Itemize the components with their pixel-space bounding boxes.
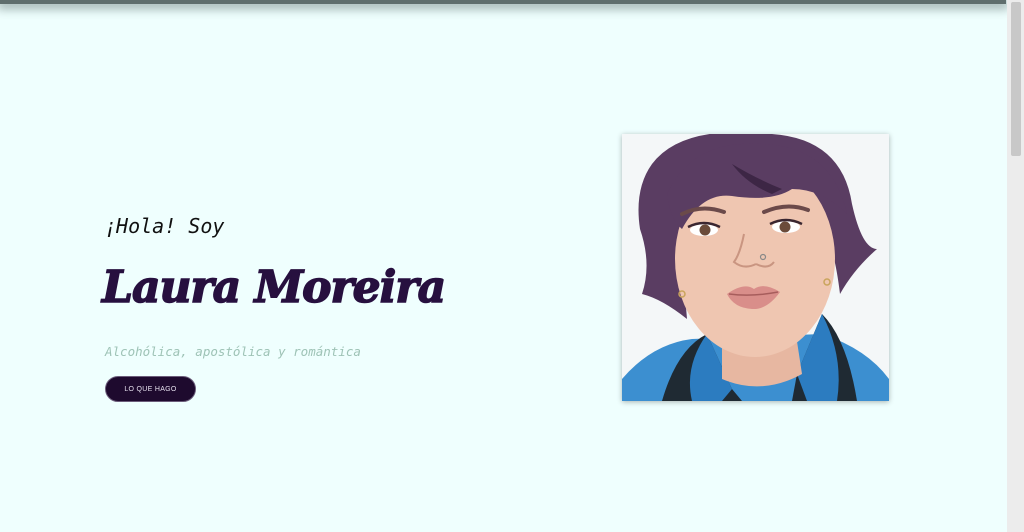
vertical-scrollbar[interactable] [1007, 0, 1024, 532]
hero-tagline: Alcohólica, apostólica y romántica [105, 344, 361, 359]
greeting-text: ¡Hola! Soy [104, 214, 225, 238]
portrait-illustration [622, 134, 889, 401]
hero-section: ¡Hola! Soy Laura Moreira Alcohólica, apo… [0, 0, 1006, 532]
scrollbar-thumb[interactable] [1011, 2, 1021, 156]
profile-portrait [622, 134, 889, 401]
what-i-do-button[interactable]: LO QUE HAGO [105, 376, 196, 402]
hero-name: Laura Moreira [101, 261, 447, 314]
